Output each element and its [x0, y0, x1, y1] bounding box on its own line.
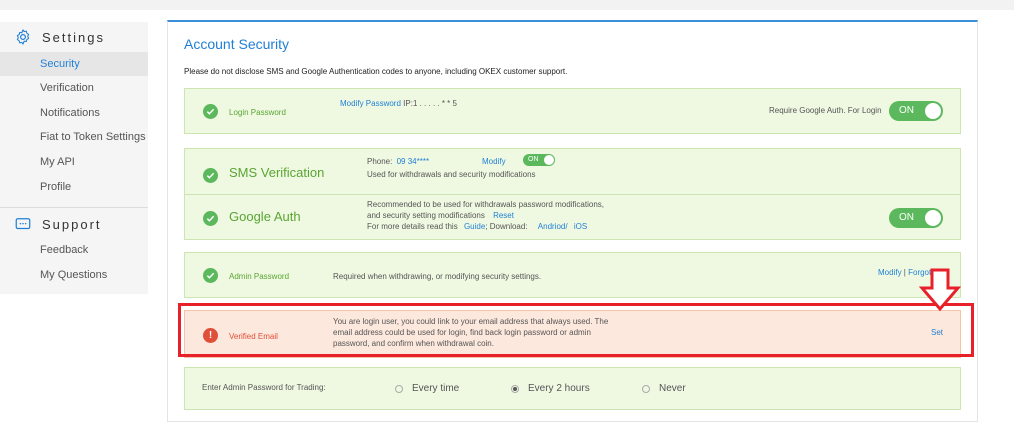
- account-security-panel: Account Security Please do not disclose …: [167, 20, 978, 422]
- google-auth-toggle[interactable]: ON: [889, 208, 943, 228]
- sms-toggle[interactable]: ON: [523, 154, 555, 166]
- toggle-on-label: ON: [528, 156, 539, 163]
- download-text: ; Download:: [485, 222, 528, 231]
- security-notice: Please do not disclose SMS and Google Au…: [184, 67, 568, 76]
- google-auth-line2-text: and security setting modifications: [367, 211, 485, 220]
- require-google-auth-label: Require Google Auth. For Login: [769, 106, 882, 115]
- sidebar-item-profile[interactable]: Profile: [0, 175, 148, 199]
- toggle-on-label: ON: [899, 212, 914, 223]
- google-auth-line1: Recommended to be used for withdrawals p…: [367, 200, 605, 209]
- details-prefix: For more details read this: [367, 222, 458, 231]
- radio-circle: [395, 384, 403, 393]
- sidebar: Settings Security Verification Notificat…: [0, 22, 148, 294]
- link-separator: |: [903, 268, 906, 277]
- sidebar-item-verification[interactable]: Verification: [0, 76, 148, 100]
- google-auth-card: Google Auth Recommended to be used for w…: [184, 194, 961, 240]
- support-section-header: Support: [14, 213, 102, 235]
- login-ip-text: IP:1 . . . . . * * 5: [403, 99, 457, 108]
- admin-modify-link[interactable]: Modify: [878, 268, 902, 277]
- radio-every-2-hours[interactable]: Every 2 hours: [511, 383, 590, 394]
- settings-header-label: Settings: [42, 29, 105, 45]
- google-auth-line2: and security setting modifications Reset: [367, 210, 514, 221]
- radio-circle: [642, 384, 650, 393]
- phone-prefix: Phone:: [367, 157, 393, 166]
- sidebar-item-security[interactable]: Security: [0, 52, 148, 76]
- sidebar-item-fiat-to-token[interactable]: Fiat to Token Settings: [0, 125, 148, 149]
- sidebar-divider: [0, 207, 148, 208]
- google-auth-line3: For more details read this Guide; Downlo…: [367, 221, 587, 232]
- gear-icon: [16, 29, 30, 45]
- radio-never[interactable]: Never: [642, 383, 686, 394]
- check-icon: [203, 268, 218, 283]
- check-icon: [203, 104, 218, 119]
- modify-password-link[interactable]: Modify Password: [340, 99, 401, 108]
- guide-link[interactable]: Guide: [464, 222, 485, 231]
- check-icon: [203, 168, 218, 183]
- sms-modify-link[interactable]: Modify: [482, 156, 506, 167]
- radio-circle: [511, 384, 519, 393]
- trading-password-label: Enter Admin Password for Trading:: [202, 383, 326, 392]
- admin-password-desc: Required when withdrawing, or modifying …: [333, 272, 542, 281]
- support-header-label: Support: [42, 216, 102, 232]
- highlight-box: [178, 303, 974, 357]
- top-bar: [0, 0, 1014, 10]
- login-password-info: Modify Password IP:1 . . . . . * * 5: [340, 98, 457, 109]
- radio-label: Every time: [412, 383, 460, 394]
- toggle-knob: [925, 103, 941, 119]
- phone-number: 09 34****: [396, 157, 430, 166]
- radio-label: Every 2 hours: [528, 383, 590, 394]
- sidebar-item-my-api[interactable]: My API: [0, 150, 148, 174]
- sidebar-item-my-questions[interactable]: My Questions: [0, 263, 148, 287]
- login-password-label: Login Password: [229, 108, 286, 117]
- admin-password-card: Admin Password Required when withdrawing…: [184, 252, 961, 298]
- google-auth-label: Google Auth: [229, 209, 301, 224]
- sms-verification-label: SMS Verification: [229, 165, 325, 180]
- toggle-knob: [544, 155, 554, 165]
- chat-icon: [15, 218, 31, 230]
- settings-section-header: Settings: [14, 26, 105, 48]
- radio-every-time[interactable]: Every time: [395, 383, 459, 394]
- down-arrow-icon: [919, 268, 961, 312]
- login-google-auth-toggle[interactable]: ON: [889, 101, 943, 121]
- check-icon: [203, 211, 218, 226]
- android-link[interactable]: Andriod/: [538, 222, 568, 231]
- trading-password-card: Enter Admin Password for Trading: Every …: [184, 367, 961, 410]
- sidebar-item-feedback[interactable]: Feedback: [0, 238, 148, 262]
- toggle-knob: [925, 210, 941, 226]
- toggle-on-label: ON: [899, 105, 914, 116]
- sms-phone-line: Phone: 09 34****: [367, 156, 429, 167]
- sms-description: Used for withdrawals and security modifi…: [367, 170, 536, 179]
- page-title: Account Security: [184, 36, 290, 52]
- sms-verification-card: SMS Verification Phone: 09 34**** Modify…: [184, 148, 961, 195]
- admin-password-label: Admin Password: [229, 272, 290, 281]
- radio-label: Never: [659, 383, 686, 394]
- login-password-card: Login Password Modify Password IP:1 . . …: [184, 88, 961, 134]
- sidebar-item-notifications[interactable]: Notifications: [0, 101, 148, 125]
- ios-link[interactable]: iOS: [574, 222, 587, 231]
- google-auth-reset-link[interactable]: Reset: [493, 211, 514, 220]
